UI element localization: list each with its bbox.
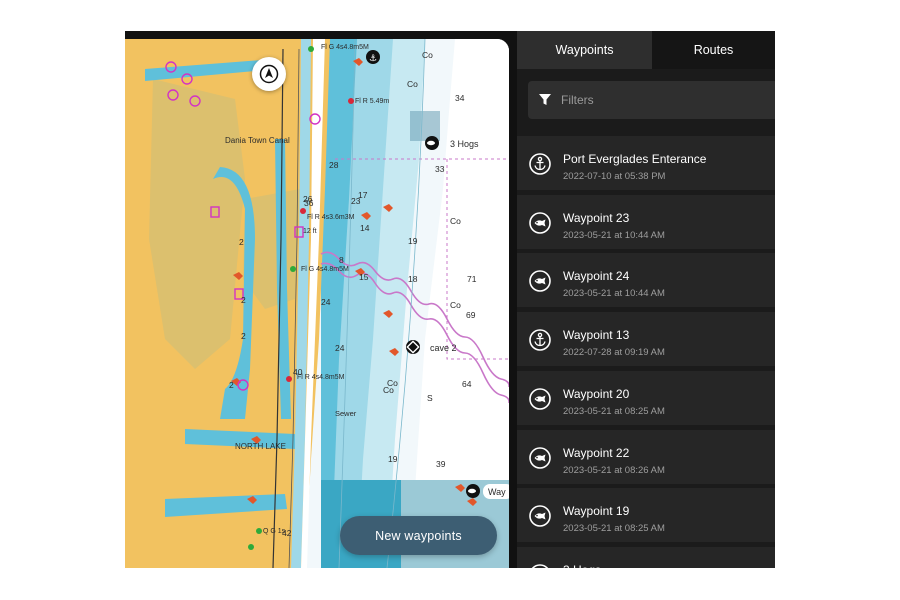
fish-icon: [427, 140, 435, 146]
waypoint-list-item[interactable]: Waypoint 22 2023-05-21 at 08:26 AM: [517, 429, 775, 484]
light-label: Fl R 5.49m: [355, 98, 389, 105]
place-label-sewer: Sewer: [335, 409, 357, 418]
depth-sounding: 24: [335, 343, 345, 353]
depth-sounding: 24: [321, 297, 331, 307]
depth-sounding: 8: [339, 255, 344, 265]
anchor-icon: ⚓: [369, 54, 377, 64]
new-waypoints-button[interactable]: New waypoints: [340, 516, 497, 555]
depth-sounding: Co: [387, 378, 398, 388]
depth-sounding: 2: [241, 295, 246, 305]
anchor-icon: [529, 329, 551, 351]
depth-sounding: 69: [466, 310, 476, 320]
depth-sounding: 2: [241, 331, 246, 341]
compass-north-button[interactable]: [252, 57, 286, 91]
waypoint-list-item[interactable]: Waypoint 24 2023-05-21 at 10:44 AM: [517, 253, 775, 308]
filters-button[interactable]: Filters: [528, 81, 775, 119]
depth-sounding: Co: [407, 79, 418, 89]
light-label: 12 ft: [303, 228, 317, 235]
place-label-north-lake: NORTH LAKE: [235, 442, 286, 451]
filter-icon: [539, 94, 551, 105]
depth-sounding: 18: [408, 274, 418, 284]
depth-sounding: 34: [455, 93, 465, 103]
restricted-area: [410, 111, 440, 141]
depth-sounding: 14: [360, 223, 370, 233]
light-label: Fl R 4s3.6m3M: [307, 214, 355, 221]
depth-sounding: 36: [304, 198, 314, 208]
fish-icon: [529, 211, 551, 234]
depth-sounding: S: [427, 393, 433, 403]
fish-icon: [529, 505, 551, 527]
map-marker-3-hogs[interactable]: 3 Hogs: [425, 136, 479, 150]
depth-sounding: 28: [329, 160, 339, 170]
map-marker-anchor[interactable]: ⚓: [366, 50, 380, 64]
chart-canvas[interactable]: Co3426 173328231419Co15 18 71246924CoS64819…: [125, 39, 509, 568]
filters-label: Filters: [561, 93, 594, 107]
tab-waypoints[interactable]: Waypoints: [517, 31, 652, 69]
depth-sounding: Co: [450, 216, 461, 226]
depth-sounding: 19: [388, 454, 398, 464]
depth-sounding: 2: [239, 237, 244, 247]
anchor-icon: [529, 153, 551, 175]
light-label: Fl G 4s4.8m5M: [301, 266, 349, 273]
tab-routes[interactable]: Routes: [652, 31, 775, 69]
fish-icon: [529, 387, 551, 410]
nautical-chart-map[interactable]: Co 34 26 17 33 28 23 14 19 Co 15 18 71 24 69 24 Co S 64 8 19…: [125, 39, 509, 568]
light-label: Q G 1s: [263, 528, 286, 535]
waypoints-panel: Waypoints Routes Filters Port Everglades…: [517, 31, 775, 568]
waypoint-date: 2022-07-28 at 09:19 AM: [563, 347, 665, 359]
waypoint-name: Waypoint 13: [563, 328, 630, 343]
light-label: Fl G 4s4.8m5M: [321, 44, 369, 51]
waypoint-date: 2023-05-21 at 08:25 AM: [563, 523, 665, 535]
waypoint-name: Waypoint 23: [563, 210, 630, 225]
depth-sounding: 71: [467, 274, 477, 284]
navigation-arrow-icon: [259, 64, 279, 84]
panel-tabs: Waypoints Routes: [517, 31, 775, 69]
waypoint-list-item[interactable]: Waypoint 20 2023-05-21 at 08:25 AM: [517, 370, 775, 425]
fish-icon: [531, 564, 549, 568]
app-window: Co 34 26 17 33 28 23 14 19 Co 15 18 71 24 69 24 Co S 64 8 19…: [125, 31, 775, 568]
place-label-dania: Dania Town Canal: [225, 136, 290, 145]
waypoint-list-item[interactable]: Port Everglades Enterance 2022-07-10 at 0…: [517, 136, 775, 190]
svg-text:cave 2: cave 2: [430, 343, 457, 353]
depth-sounding: Co: [450, 300, 461, 310]
waypoint-name: 3 Hogs: [563, 563, 601, 568]
depth-sounding: 64: [462, 379, 472, 389]
waypoint-date: 2023-05-21 at 08:25 AM: [563, 405, 665, 417]
waypoint-name: Waypoint 20: [563, 386, 630, 401]
waypoint-name: Waypoint 24: [563, 269, 630, 284]
svg-text:3 Hogs: 3 Hogs: [450, 139, 479, 149]
waypoint-list-item[interactable]: Waypoint 19 2023-05-21 at 08:25 AM: [517, 488, 775, 543]
svg-text:Way: Way: [488, 487, 506, 497]
fish-icon: [468, 488, 476, 494]
light-label: Fl R 4s4.8m5M: [297, 374, 345, 381]
waypoint-name: Port Everglades Enterance: [563, 152, 707, 166]
waypoint-date: 2023-05-21 at 08:26 AM: [563, 464, 665, 476]
fish-icon: [529, 446, 551, 469]
depth-sounding: 39: [436, 459, 446, 469]
map-marker-way[interactable]: Way: [466, 484, 509, 499]
waypoint-date: 2023-05-21 at 10:44 AM: [563, 229, 665, 241]
waypoint-name: Waypoint 19: [563, 504, 630, 519]
waypoint-list-item[interactable]: 3 Hogs: [517, 546, 775, 568]
waypoint-list-item[interactable]: Waypoint 13 2022-07-28 at 09:19 AM: [517, 312, 775, 367]
fish-icon: [529, 270, 551, 293]
depth-sounding: 15: [359, 272, 369, 282]
waypoint-date: 2023-05-21 at 10:44 AM: [563, 288, 665, 300]
depth-sounding: 33: [435, 164, 445, 174]
depth-sounding: 19: [408, 236, 418, 246]
waypoint-date: 2022-07-10 at 05:38 PM: [563, 171, 666, 182]
depth-sounding: 23: [351, 196, 361, 206]
map-marker-cave-2[interactable]: cave 2: [406, 340, 457, 354]
waypoint-name: Waypoint 22: [563, 445, 630, 460]
depth-sounding: 2: [229, 380, 234, 390]
urban-area: [149, 79, 245, 369]
depth-sounding: Co: [422, 50, 433, 60]
waypoint-list-item[interactable]: Waypoint 23 2023-05-21 at 10:44 AM: [517, 194, 775, 249]
